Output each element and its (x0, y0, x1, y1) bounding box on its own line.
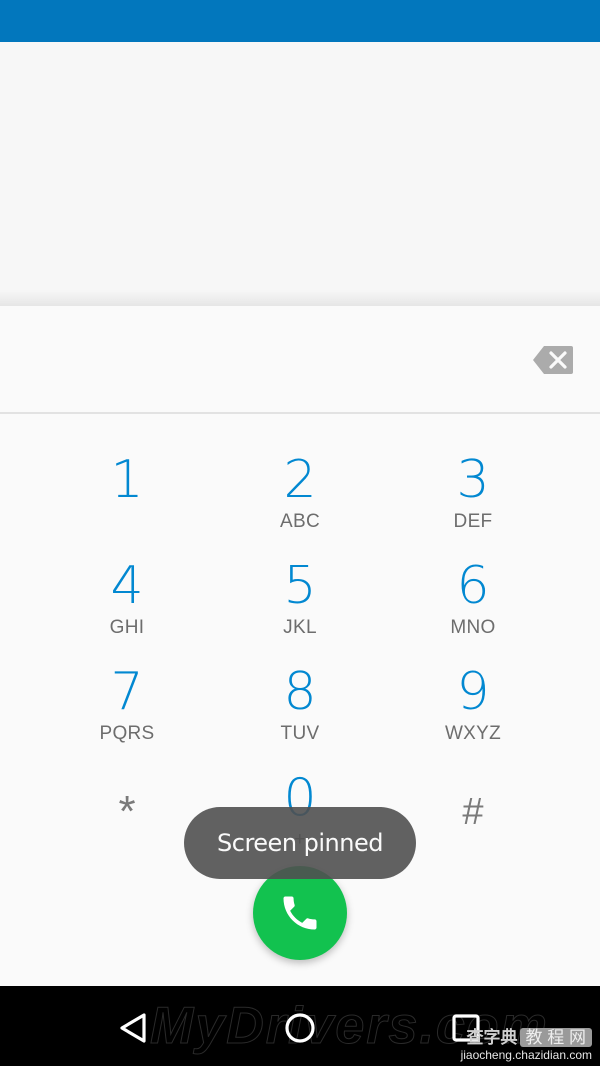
backspace-icon (533, 346, 573, 374)
call-button[interactable] (253, 866, 347, 960)
key-8[interactable]: 8 TUV (220, 626, 380, 744)
watermark-badge: 查字典教 程 网 jiaocheng.chazidian.com (461, 1023, 592, 1062)
toast-text: Screen pinned (217, 829, 383, 857)
key-7[interactable]: 7 PQRS (47, 626, 207, 744)
toast-message: Screen pinned (184, 807, 416, 879)
digits-field[interactable] (20, 306, 510, 412)
back-triangle-icon (120, 1013, 146, 1043)
key-3[interactable]: 3 DEF (393, 414, 553, 532)
key-digit: 4 (110, 556, 144, 616)
key-digit: 8 (283, 662, 317, 722)
key-digit: 1 (110, 450, 144, 510)
key-digit: 3 (456, 450, 490, 510)
key-9[interactable]: 9 WXYZ (393, 626, 553, 744)
phone-icon (283, 896, 317, 930)
divider-shadow (0, 290, 600, 306)
home-button[interactable] (280, 1008, 320, 1048)
key-symbol: # (462, 791, 484, 833)
key-pound[interactable]: # (393, 732, 553, 833)
navigation-bar: MyDrivers.com 查字典教 程 网 jiaocheng.chazidi… (0, 986, 600, 1066)
key-2[interactable]: 2 ABC (220, 414, 380, 532)
key-symbol: * (118, 787, 136, 836)
watermark-cn-box: 教 程 网 (519, 1028, 592, 1047)
key-star[interactable]: * (47, 732, 207, 836)
key-6[interactable]: 6 MNO (393, 520, 553, 638)
key-digit: 7 (110, 662, 144, 722)
key-1[interactable]: 1 (47, 414, 207, 514)
search-results-area (0, 42, 600, 306)
key-digit: 9 (456, 662, 490, 722)
backspace-button[interactable] (532, 345, 574, 375)
watermark-cn-title: 查字典 (466, 1028, 518, 1047)
key-digit: 2 (283, 450, 317, 510)
home-circle-icon (285, 1013, 315, 1043)
key-digit: 5 (283, 556, 317, 616)
watermark-url: jiaocheng.chazidian.com (460, 1048, 592, 1062)
key-digit: 6 (456, 556, 490, 616)
key-5[interactable]: 5 JKL (220, 520, 380, 638)
digits-row (0, 306, 600, 414)
status-bar (0, 0, 600, 42)
key-4[interactable]: 4 GHI (47, 520, 207, 638)
back-button[interactable] (114, 1008, 154, 1048)
